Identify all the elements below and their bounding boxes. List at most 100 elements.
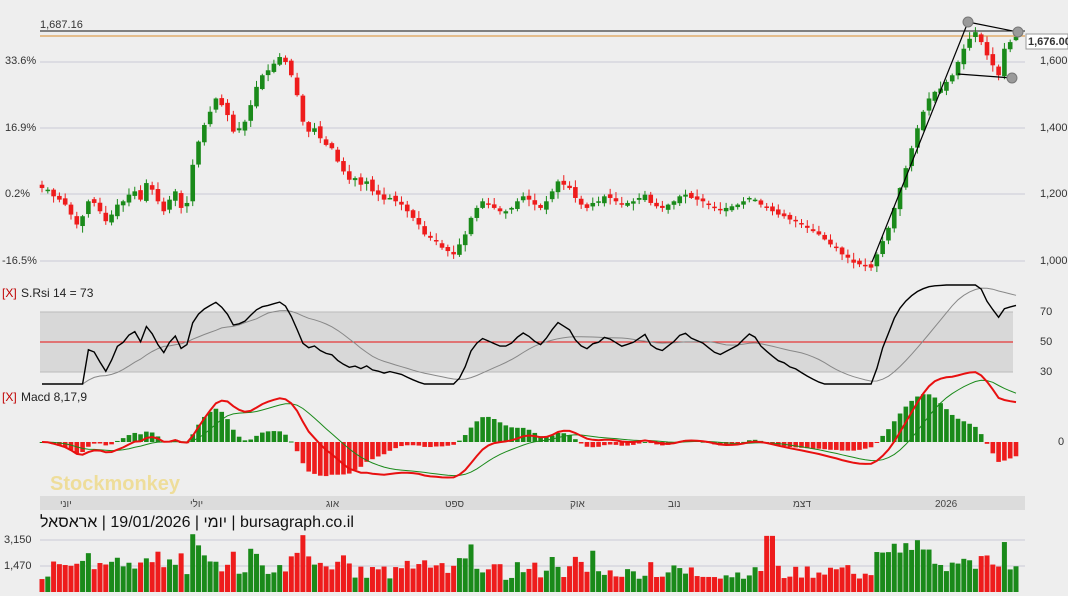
trend-anchor-handle[interactable] (1006, 72, 1018, 84)
candle-body (683, 194, 688, 197)
macd-bar (932, 397, 938, 442)
volume-bar (723, 575, 729, 592)
volume-bar (56, 564, 62, 592)
volume-bar (787, 576, 793, 592)
volume-bar (717, 578, 723, 592)
volume-bar (816, 572, 822, 592)
volume-bar (219, 571, 225, 592)
macd-bar (642, 441, 648, 443)
volume-bar (636, 578, 642, 592)
volume-bar (775, 565, 781, 592)
volume-bars (39, 534, 1019, 592)
macd-bar (370, 442, 375, 460)
candle-body (816, 231, 822, 235)
volume-bar (630, 571, 636, 592)
volume-bar (752, 567, 758, 592)
candle-body (474, 207, 480, 218)
volume-bar (949, 562, 955, 592)
candle-body (694, 196, 700, 200)
volume-bar (845, 565, 851, 592)
candle-body (741, 201, 746, 205)
volume-bar (393, 567, 399, 592)
volume-bar (659, 576, 665, 592)
candle-body (422, 226, 427, 235)
volume-bar (555, 566, 561, 592)
candle-body (886, 227, 891, 241)
month-label: יולי (190, 498, 203, 510)
macd-bar (816, 442, 822, 449)
macd-bar (242, 440, 248, 442)
candle-body (944, 81, 949, 91)
month-label: 2026 (935, 499, 958, 510)
volume-bar (39, 579, 45, 592)
volume-bar (201, 555, 207, 592)
macd-bar (329, 442, 335, 475)
volume-bar (427, 567, 433, 592)
candle-body (775, 209, 781, 215)
candle-body (1002, 48, 1007, 77)
candle-body (433, 240, 439, 242)
candle-body (491, 204, 497, 208)
macd-bar (602, 442, 607, 446)
macd-bar (225, 419, 230, 442)
macd-bar (416, 442, 422, 446)
macd-bar (573, 439, 578, 442)
candle-body (868, 264, 874, 268)
macd-bar (126, 435, 132, 442)
volume-bar (91, 569, 97, 592)
volume-bar (311, 564, 317, 592)
candle-body (509, 207, 514, 210)
macd-bar (86, 442, 91, 447)
candle-body (126, 194, 132, 203)
volume-bar (155, 551, 161, 592)
volume-bar (648, 562, 654, 592)
macd-bar (828, 442, 833, 450)
macd-bar (422, 442, 427, 447)
trend-line[interactable] (871, 21, 969, 263)
volume-bar (613, 576, 619, 592)
macd-bar (810, 442, 816, 449)
volume-bar (526, 568, 532, 592)
candle-body (532, 200, 538, 205)
candle-body (80, 216, 85, 227)
candle-body (196, 141, 201, 165)
volume-bar (914, 540, 920, 592)
volume-bar (456, 558, 462, 592)
macd-bar (491, 419, 497, 442)
macd-close-button[interactable]: [X] (2, 390, 17, 404)
volume-bar (781, 578, 787, 592)
macd-bar (944, 409, 949, 442)
volume-bar (764, 535, 770, 592)
volume-bar (700, 576, 706, 592)
right-axis-label: 1,200 (1040, 188, 1068, 200)
volume-bar (306, 556, 312, 592)
volume-bar (126, 562, 132, 592)
volume-bar (462, 558, 468, 592)
volume-bar (288, 556, 294, 592)
volume-bar (642, 575, 648, 592)
candle-body (747, 197, 752, 200)
volume-bar (955, 563, 961, 592)
macd-bar (607, 442, 613, 445)
volume-bar (329, 569, 335, 592)
trend-anchor-handle[interactable] (1012, 26, 1024, 38)
candle-body (671, 201, 677, 205)
month-label: יוני (60, 499, 72, 510)
trend-anchor-handle[interactable] (962, 16, 974, 28)
macd-bar (103, 442, 109, 446)
macd-bar (886, 429, 891, 442)
candle-body (526, 195, 532, 200)
macd-bar (833, 442, 839, 450)
stock-chart-svg: 1,687.16 1,676.00 33.6% 16.9% 0.2% -16.5… (2, 16, 1068, 592)
volume-bar (474, 568, 480, 592)
volume-bar (874, 552, 880, 592)
candle-body (718, 208, 723, 211)
volume-bar (230, 551, 236, 592)
macd-bar (120, 438, 126, 442)
macd-bar (955, 418, 961, 442)
volume-bar (167, 559, 173, 592)
rsi-close-button[interactable]: [X] (2, 286, 17, 300)
volume-bar (445, 572, 451, 592)
macd-bar (341, 442, 346, 475)
volume-bar (364, 577, 370, 592)
